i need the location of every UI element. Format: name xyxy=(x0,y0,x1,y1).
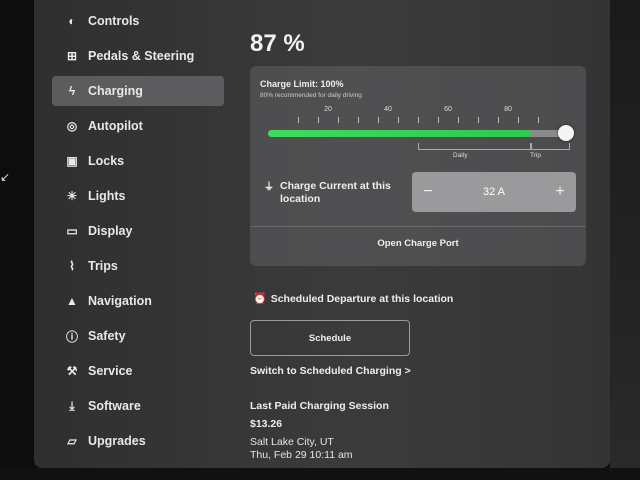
download-icon: ⤓ xyxy=(69,398,75,413)
car-icon: ⊞ xyxy=(66,49,78,63)
sidebar-item-locks[interactable]: ▣ Locks xyxy=(52,146,224,176)
decrease-current-button[interactable]: − xyxy=(412,183,444,201)
last-session-location: Salt Lake City, UT xyxy=(250,436,334,448)
display-icon: ▭ xyxy=(66,224,78,238)
slider-tick xyxy=(458,117,459,123)
sun-icon: ☀ xyxy=(66,189,78,203)
card-divider xyxy=(250,226,586,227)
sidebar-item-controls[interactable]: ◐ Controls xyxy=(52,6,224,36)
sidebar-item-label: Display xyxy=(88,224,133,238)
charge-current-value: 32 A xyxy=(482,186,506,198)
daily-range-label: Daily xyxy=(453,152,468,159)
slider-tick xyxy=(518,117,519,123)
sidebar-item-label: Locks xyxy=(88,154,125,168)
sidebar-item-lights[interactable]: ☀ Lights xyxy=(52,181,224,211)
trip-range-label: Trip xyxy=(530,152,541,159)
navigation-arrow-icon: ▲ xyxy=(66,294,78,308)
charge-limit-slider[interactable] xyxy=(268,125,574,141)
slider-tick xyxy=(398,117,399,123)
sidebar-item-charging[interactable]: ϟ Charging xyxy=(52,76,224,106)
touchscreen: ◐ Controls ⊞ Pedals & Steering ϟ Chargin… xyxy=(34,0,610,468)
slider-tick xyxy=(438,117,439,123)
sidebar-item-autopilot[interactable]: ◎ Autopilot xyxy=(52,111,224,141)
wrench-icon: ⚒ xyxy=(66,364,78,378)
steering-wheel-icon: ◎ xyxy=(66,119,78,133)
switch-to-scheduled-charging-link[interactable]: Switch to Scheduled Charging > xyxy=(250,365,411,377)
info-icon: ⓘ xyxy=(65,329,78,344)
screen-bezel-bottom xyxy=(0,468,640,480)
arrow-icon: ↙ xyxy=(0,170,11,184)
charge-current-stepper: − 32 A + xyxy=(412,172,576,212)
sidebar-item-label: Service xyxy=(88,364,133,378)
sidebar-item-safety[interactable]: ⓘ Safety xyxy=(52,321,224,351)
scheduled-departure-heading: ⏰ Scheduled Departure at this location xyxy=(253,292,454,306)
sidebar-item-display[interactable]: ▭ Display xyxy=(52,216,224,246)
slider-tick xyxy=(418,117,419,123)
tick-label: 20 xyxy=(324,106,332,113)
lightning-icon: ϟ xyxy=(68,84,76,98)
sidebar-item-label: Upgrades xyxy=(88,434,146,448)
tick-label: 80 xyxy=(504,106,512,113)
sidebar-item-label: Software xyxy=(88,399,141,413)
sidebar-item-label: Pedals & Steering xyxy=(88,49,195,63)
sidebar-item-label: Navigation xyxy=(88,294,152,308)
slider-tick xyxy=(338,117,339,123)
sidebar-item-label: Safety xyxy=(88,329,126,343)
sidebar-item-service[interactable]: ⚒ Service xyxy=(52,356,224,386)
screen-bezel xyxy=(610,0,640,480)
scheduled-departure-text: Scheduled Departure at this location xyxy=(270,292,454,305)
trips-icon: ⌇ xyxy=(69,259,75,273)
slider-tick xyxy=(538,117,539,123)
charge-limit-title: Charge Limit: 100% xyxy=(260,79,344,89)
charge-limit-slider-handle[interactable] xyxy=(558,125,574,141)
sidebar-item-trips[interactable]: ⌇ Trips xyxy=(52,251,224,281)
charge-current-text: Charge Current at this location xyxy=(280,180,391,205)
slider-tick xyxy=(298,117,299,123)
battery-percentage: 87 % xyxy=(250,30,305,57)
sidebar-item-label: Controls xyxy=(88,14,140,28)
sidebar-item-software[interactable]: ⤓ Software xyxy=(52,391,224,421)
slider-tick xyxy=(478,117,479,123)
bag-icon: ▱ xyxy=(67,434,77,448)
plug-icon: ⏚ xyxy=(264,182,274,193)
slider-tick xyxy=(358,117,359,123)
trip-range-bracket xyxy=(530,143,570,150)
sidebar-item-label: Trips xyxy=(88,259,118,273)
open-charge-port-button[interactable]: Open Charge Port xyxy=(250,238,586,249)
charging-panel: 87 % Charge Limit: 100% 80% recommended … xyxy=(250,0,610,468)
last-session-time: Thu, Feb 29 10:11 am xyxy=(250,449,353,461)
charge-settings-card: Charge Limit: 100% 80% recommended for d… xyxy=(250,66,586,266)
sidebar-item-navigation[interactable]: ▲ Navigation xyxy=(52,286,224,316)
sidebar: ◐ Controls ⊞ Pedals & Steering ϟ Chargin… xyxy=(52,6,224,461)
slider-tick xyxy=(318,117,319,123)
charge-level-fill xyxy=(268,130,531,137)
lock-icon: ▣ xyxy=(66,154,78,168)
charge-limit-subtitle: 80% recommended for daily driving xyxy=(260,92,362,99)
sidebar-item-pedals-steering[interactable]: ⊞ Pedals & Steering xyxy=(52,41,224,71)
last-session-amount: $13.26 xyxy=(250,418,283,430)
tick-label: 40 xyxy=(384,106,392,113)
sidebar-item-upgrades[interactable]: ▱ Upgrades xyxy=(52,426,224,456)
toggle-icon: ◐ xyxy=(68,14,76,28)
tick-label: 60 xyxy=(444,106,452,113)
sidebar-item-label: Charging xyxy=(88,84,143,98)
alarm-clock-icon: ⏰ xyxy=(253,293,267,305)
charge-current-label: ⏚ Charge Current at this location xyxy=(264,180,404,206)
sidebar-item-label: Lights xyxy=(88,189,126,203)
increase-current-button[interactable]: + xyxy=(544,183,576,201)
schedule-button[interactable]: Schedule xyxy=(250,320,410,356)
slider-tick xyxy=(378,117,379,123)
slider-tick xyxy=(498,117,499,123)
sidebar-item-label: Autopilot xyxy=(88,119,143,133)
last-session-title: Last Paid Charging Session xyxy=(250,400,389,412)
daily-range-bracket xyxy=(418,143,532,150)
